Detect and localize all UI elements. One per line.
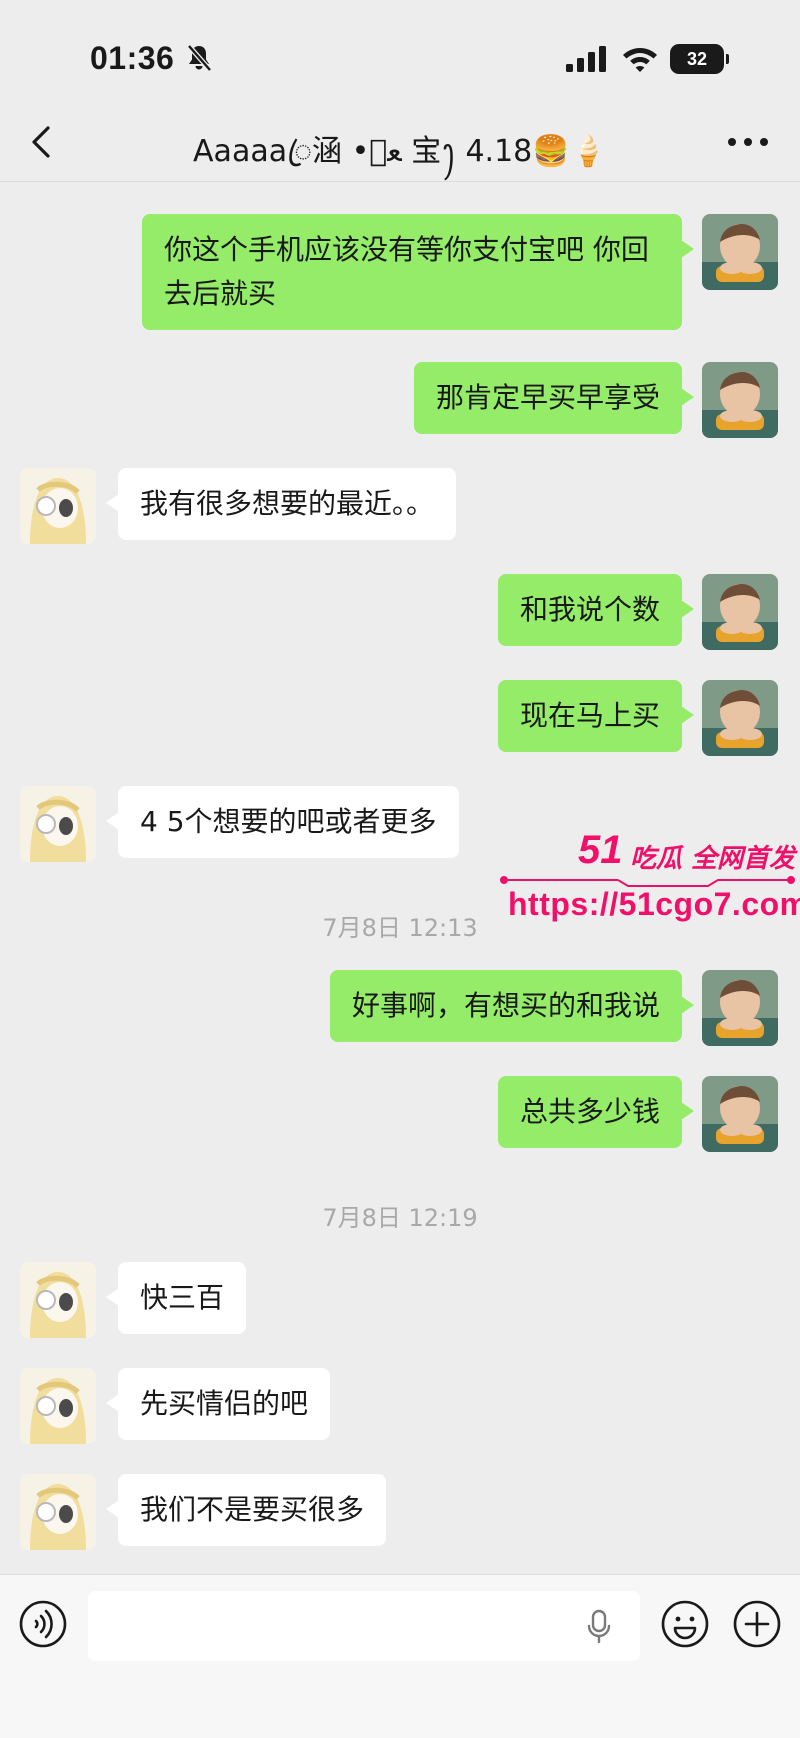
- baby-avatar-icon: [702, 1076, 778, 1152]
- baby-avatar-icon: [702, 574, 778, 650]
- anime-girl-avatar-icon: [20, 1474, 96, 1550]
- contact-avatar[interactable]: [20, 786, 96, 862]
- message-bubble-sent[interactable]: 那肯定早买早享受: [413, 362, 695, 434]
- anime-girl-avatar-icon: [20, 786, 96, 862]
- message-bubble-sent[interactable]: 好事啊，有想买的和我说: [329, 970, 695, 1042]
- message-bubble-sent[interactable]: 总共多少钱: [497, 1076, 695, 1148]
- baby-avatar-icon: [702, 970, 778, 1046]
- message-bubble-received[interactable]: 快三百: [105, 1262, 247, 1334]
- bell-slash-icon: [187, 44, 212, 72]
- anime-girl-avatar-icon: [20, 468, 96, 544]
- plus-icon[interactable]: [732, 1599, 782, 1649]
- watermark: 51 吃瓜 全网首发 https://51cgo7.com: [498, 828, 800, 928]
- message-bubble-received[interactable]: 先买情侣的吧: [105, 1368, 331, 1440]
- input-bar: [0, 1574, 800, 1738]
- chat-title: Aaaaaꦿ涵 •ﻌ︤ 宝ꫂ 4.18🍔🍦: [193, 134, 607, 169]
- contact-avatar[interactable]: [20, 1474, 96, 1550]
- my-avatar[interactable]: [702, 574, 778, 650]
- watermark-url: https://51cgo7.com: [508, 886, 800, 922]
- baby-avatar-icon: [702, 214, 778, 290]
- status-bar: 01:36 32: [0, 0, 800, 100]
- my-avatar[interactable]: [702, 214, 778, 290]
- battery-icon: 32: [670, 44, 729, 74]
- message-bubble-received[interactable]: 我们不是要买很多: [105, 1474, 387, 1546]
- message-bubble-sent[interactable]: 和我说个数: [497, 574, 695, 646]
- my-avatar[interactable]: [702, 1076, 778, 1152]
- voice-icon[interactable]: [18, 1599, 68, 1649]
- watermark-brand-number: 51: [578, 828, 623, 872]
- baby-avatar-icon: [702, 362, 778, 438]
- message-timestamp: 7月8日 12:19: [322, 1204, 478, 1232]
- wifi-icon: [623, 48, 657, 72]
- signal-icon: [566, 46, 606, 72]
- chat-header: Aaaaaꦿ涵 •ﻌ︤ 宝ꫂ 4.18🍔🍦: [0, 100, 800, 182]
- my-avatar[interactable]: [702, 970, 778, 1046]
- message-bubble-received[interactable]: 4 5个想要的吧或者更多: [106, 786, 459, 858]
- contact-avatar[interactable]: [20, 1262, 96, 1338]
- more-dots-icon[interactable]: [726, 136, 770, 148]
- baby-avatar-icon: [702, 680, 778, 756]
- message-bubble-sent[interactable]: 现在马上买: [497, 680, 695, 752]
- status-time: 01:36: [90, 40, 175, 76]
- anime-girl-avatar-icon: [20, 1368, 96, 1444]
- message-bubble-sent[interactable]: 你这个手机应该没有等你支付宝吧 你回去后就买: [142, 214, 694, 330]
- contact-avatar[interactable]: [20, 468, 96, 544]
- mic-icon[interactable]: [586, 1609, 612, 1645]
- emoji-icon[interactable]: [660, 1599, 710, 1649]
- back-arrow-icon[interactable]: [24, 122, 60, 162]
- my-avatar[interactable]: [702, 680, 778, 756]
- message-input[interactable]: [88, 1591, 640, 1661]
- contact-avatar[interactable]: [20, 1368, 96, 1444]
- watermark-brand-tag: 吃瓜 全网首发: [630, 844, 796, 874]
- anime-girl-avatar-icon: [20, 1262, 96, 1338]
- message-bubble-received[interactable]: 我有很多想要的最近。。: [105, 468, 457, 540]
- my-avatar[interactable]: [702, 362, 778, 438]
